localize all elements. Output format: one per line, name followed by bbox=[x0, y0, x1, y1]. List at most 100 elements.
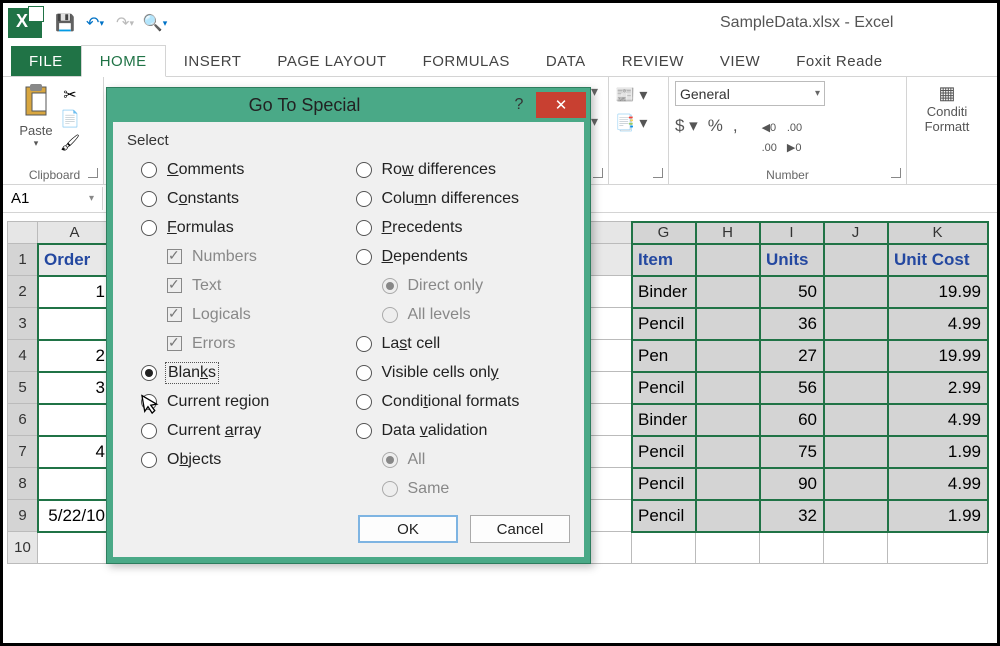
cell[interactable] bbox=[888, 532, 988, 564]
cell[interactable]: 75 bbox=[760, 436, 824, 468]
cell[interactable]: 19.99 bbox=[888, 276, 988, 308]
cell[interactable] bbox=[38, 308, 112, 340]
col-header-a[interactable]: A bbox=[38, 222, 112, 244]
decrease-decimal-icon[interactable]: .00▶0 bbox=[787, 116, 802, 156]
col-header-k[interactable]: K bbox=[888, 222, 988, 244]
row-header[interactable]: 7 bbox=[8, 436, 38, 468]
cell[interactable] bbox=[696, 372, 760, 404]
cell[interactable] bbox=[696, 532, 760, 564]
cell[interactable]: 1.99 bbox=[888, 436, 988, 468]
col-header-g[interactable]: G bbox=[632, 222, 696, 244]
select-all-corner[interactable] bbox=[8, 222, 38, 244]
comma-icon[interactable]: , bbox=[733, 116, 738, 156]
cell[interactable]: Item bbox=[632, 244, 696, 276]
cell[interactable]: Pencil bbox=[632, 436, 696, 468]
cell[interactable] bbox=[696, 308, 760, 340]
cell[interactable] bbox=[696, 244, 760, 276]
cell[interactable]: 60 bbox=[760, 404, 824, 436]
tab-insert[interactable]: INSERT bbox=[166, 46, 260, 76]
row-header[interactable]: 1 bbox=[8, 244, 38, 276]
cell[interactable] bbox=[696, 468, 760, 500]
tab-foxit[interactable]: Foxit Reade bbox=[778, 46, 900, 76]
redo-icon[interactable]: ↷▾ bbox=[110, 8, 140, 38]
col-header-j[interactable]: J bbox=[824, 222, 888, 244]
print-preview-icon[interactable]: 🔍▾ bbox=[140, 8, 170, 38]
accounting-icon[interactable]: $ ▾ bbox=[675, 116, 698, 156]
row-header[interactable]: 3 bbox=[8, 308, 38, 340]
copy-icon[interactable]: 📄 bbox=[60, 109, 80, 129]
cell[interactable] bbox=[38, 468, 112, 500]
option-current-array[interactable]: Current array bbox=[141, 416, 356, 445]
option-comments[interactable]: Comments bbox=[141, 155, 356, 184]
name-box[interactable]: A1▾ bbox=[3, 187, 103, 210]
cell[interactable]: 90 bbox=[760, 468, 824, 500]
row-header[interactable]: 4 bbox=[8, 340, 38, 372]
cell[interactable] bbox=[824, 500, 888, 532]
cell[interactable]: 56 bbox=[760, 372, 824, 404]
cell[interactable]: Pencil bbox=[632, 500, 696, 532]
cell[interactable] bbox=[824, 372, 888, 404]
option-precedents[interactable]: Precedents bbox=[356, 213, 571, 242]
cell[interactable] bbox=[696, 404, 760, 436]
row-header[interactable]: 10 bbox=[8, 532, 38, 564]
tab-data[interactable]: DATA bbox=[528, 46, 604, 76]
cell[interactable]: 1 bbox=[38, 276, 112, 308]
option-blanks[interactable]: Blanks bbox=[141, 358, 356, 387]
tab-page-layout[interactable]: PAGE LAYOUT bbox=[259, 46, 404, 76]
cell[interactable] bbox=[824, 308, 888, 340]
align2-launcher-icon[interactable] bbox=[653, 168, 665, 180]
cell[interactable] bbox=[824, 404, 888, 436]
row-header[interactable]: 6 bbox=[8, 404, 38, 436]
tab-view[interactable]: VIEW bbox=[702, 46, 778, 76]
row-header[interactable]: 9 bbox=[8, 500, 38, 532]
cell[interactable]: Pencil bbox=[632, 468, 696, 500]
cell[interactable]: Pen bbox=[632, 340, 696, 372]
paste-button[interactable]: Paste▾ bbox=[12, 81, 60, 153]
option-current-region[interactable]: Current region bbox=[141, 387, 356, 416]
cell[interactable] bbox=[760, 532, 824, 564]
cell[interactable] bbox=[632, 532, 696, 564]
option-objects[interactable]: Objects bbox=[141, 445, 356, 474]
tab-formulas[interactable]: FORMULAS bbox=[405, 46, 528, 76]
increase-decimal-icon[interactable]: ◀0.00 bbox=[762, 116, 777, 156]
group-cond-format[interactable]: ▦ Conditi Formatt bbox=[907, 77, 987, 184]
cell[interactable]: 50 bbox=[760, 276, 824, 308]
cell[interactable] bbox=[38, 404, 112, 436]
cell[interactable]: 2.99 bbox=[888, 372, 988, 404]
tab-home[interactable]: HOME bbox=[81, 45, 166, 77]
cell[interactable] bbox=[824, 276, 888, 308]
cell[interactable]: 4.99 bbox=[888, 404, 988, 436]
option-formulas[interactable]: Formulas bbox=[141, 213, 356, 242]
cell[interactable]: 4.99 bbox=[888, 468, 988, 500]
option-data-validation[interactable]: Data validation bbox=[356, 416, 571, 445]
cell[interactable]: Binder bbox=[632, 276, 696, 308]
cell[interactable]: Unit Cost bbox=[888, 244, 988, 276]
save-icon[interactable]: 💾 bbox=[50, 8, 80, 38]
col-header-i[interactable]: I bbox=[760, 222, 824, 244]
cell[interactable] bbox=[824, 436, 888, 468]
cell[interactable] bbox=[824, 340, 888, 372]
row-header[interactable]: 2 bbox=[8, 276, 38, 308]
cell[interactable]: 32 bbox=[760, 500, 824, 532]
option-last-cell[interactable]: Last cell bbox=[356, 329, 571, 358]
cell[interactable]: 4.99 bbox=[888, 308, 988, 340]
cell[interactable]: 19.99 bbox=[888, 340, 988, 372]
dialog-titlebar[interactable]: Go To Special ? ✕ bbox=[107, 88, 590, 122]
cell[interactable] bbox=[824, 468, 888, 500]
tab-review[interactable]: REVIEW bbox=[604, 46, 702, 76]
undo-icon[interactable]: ↶▾ bbox=[80, 8, 110, 38]
cell[interactable]: 27 bbox=[760, 340, 824, 372]
clipboard-launcher-icon[interactable] bbox=[88, 168, 100, 180]
cell[interactable]: Binder bbox=[632, 404, 696, 436]
format-painter-icon[interactable]: 🖌 bbox=[60, 133, 80, 153]
option-column-differences[interactable]: Column differences bbox=[356, 184, 571, 213]
cell[interactable]: Pencil bbox=[632, 372, 696, 404]
cut-icon[interactable]: ✂ bbox=[60, 85, 80, 105]
cell[interactable]: 3 bbox=[38, 372, 112, 404]
option-constants[interactable]: Constants bbox=[141, 184, 356, 213]
cell[interactable] bbox=[696, 340, 760, 372]
option-row-differences[interactable]: Row differences bbox=[356, 155, 571, 184]
cell[interactable] bbox=[696, 500, 760, 532]
cell[interactable] bbox=[824, 532, 888, 564]
align-launcher-icon[interactable] bbox=[593, 168, 605, 180]
